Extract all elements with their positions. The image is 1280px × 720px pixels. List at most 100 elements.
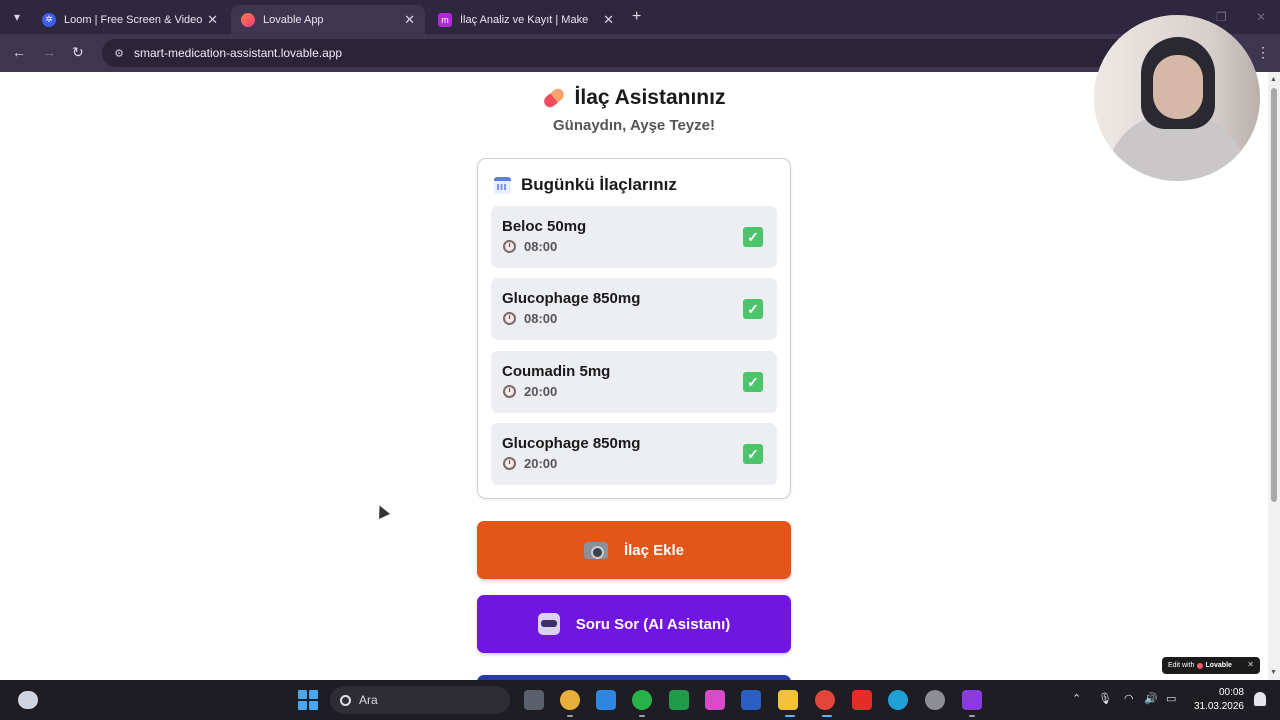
clock-date: 31.03.2026 [1193, 701, 1244, 712]
tab-title: İlaç Analiz ve Kayıt | Make [460, 13, 589, 26]
clock-time: 00:08 [1218, 687, 1244, 698]
medication-name: Coumadin 5mg [502, 363, 611, 380]
card-heading-text: Bugünkü İlaçlarınız [521, 175, 677, 194]
start-button-icon[interactable] [298, 690, 318, 710]
search-icon [340, 694, 351, 706]
browser-toolbar: ← → ↻ ⚙ smart-medication-assistant.lovab… [0, 34, 1280, 72]
close-tab-icon[interactable]: ✕ [207, 12, 218, 28]
taken-checkbox-icon[interactable]: ✓ [743, 372, 763, 392]
site-settings-icon[interactable]: ⚙ [112, 46, 126, 60]
webcam-person-face [1153, 55, 1203, 119]
edit-with-lovable-badge[interactable]: Edit with Lovable ✕ [1162, 657, 1260, 674]
card-heading: Bugünkü İlaçlarınız [494, 175, 677, 195]
app-page: İlaç Asistanınız Günaydın, Ayşe Teyze! B… [0, 72, 1268, 680]
scrollbar-thumb[interactable] [1271, 88, 1277, 502]
wifi-icon[interactable]: ◠ [1124, 692, 1134, 705]
word-icon[interactable] [741, 690, 761, 710]
clock-icon [503, 385, 516, 398]
green-app-icon[interactable] [669, 690, 689, 710]
medication-time: 20:00 [524, 384, 558, 399]
scroll-up-icon[interactable]: ▲ [1270, 76, 1277, 83]
medication-time-row: 08:00 [503, 239, 557, 254]
page-title-text: İlaç Asistanınız [574, 86, 726, 109]
weather-widget-icon[interactable] [18, 691, 38, 709]
ask-ai-button[interactable]: Soru Sor (AI Asistanı) [477, 595, 791, 653]
tab-lovable[interactable]: Lovable App ✕ [231, 5, 425, 34]
edge-icon[interactable] [888, 690, 908, 710]
taskbar-search[interactable]: Ara [330, 686, 510, 714]
medication-time-row: 20:00 [503, 456, 557, 471]
medication-name: Glucophage 850mg [502, 290, 641, 307]
slack-icon[interactable] [560, 690, 580, 710]
system-clock[interactable]: 00:08 31.03.2026 [1194, 686, 1244, 714]
medication-time: 08:00 [524, 239, 558, 254]
task-view-icon[interactable] [524, 690, 544, 710]
medication-item[interactable]: Glucophage 850mg 20:00 ✓ [491, 423, 777, 485]
reload-icon[interactable]: ↻ [72, 44, 84, 61]
medication-item[interactable]: Glucophage 850mg 08:00 ✓ [491, 278, 777, 340]
chrome-icon[interactable] [815, 690, 835, 710]
page-title: İlaç Asistanınız [0, 86, 1268, 110]
lovable-favicon-icon [241, 12, 255, 27]
medication-time: 20:00 [524, 456, 558, 471]
calendar-icon [494, 176, 511, 194]
taken-checkbox-icon[interactable]: ✓ [743, 444, 763, 464]
edit-badge-prefix: Edit with [1168, 662, 1195, 669]
webcam-preview[interactable] [1094, 15, 1260, 181]
robot-icon [537, 613, 560, 635]
close-tab-icon[interactable]: ✕ [404, 12, 415, 28]
add-medication-button[interactable]: İlaç Ekle [477, 521, 791, 579]
running-indicator [567, 715, 573, 717]
add-medication-label: İlaç Ekle [623, 541, 685, 559]
running-indicator [785, 715, 795, 717]
mouse-cursor-icon [374, 503, 390, 519]
taken-checkbox-icon[interactable]: ✓ [743, 299, 763, 319]
today-medications-card: Bugünkü İlaçlarınız Beloc 50mg 08:00 ✓ G… [477, 158, 791, 499]
windows-taskbar: Ara ⌃ 🎙 ◠ 🔊 ▭ 00:08 31.03.2026 [0, 680, 1280, 720]
youtube-icon[interactable] [852, 690, 872, 710]
new-tab-icon[interactable]: + [632, 8, 641, 26]
medication-name: Glucophage 850mg [502, 435, 641, 452]
show-hidden-icons-icon[interactable]: ⌃ [1072, 692, 1081, 705]
running-indicator [639, 715, 645, 717]
ask-ai-label: Soru Sor (AI Asistanı) [575, 615, 731, 633]
camera-icon [583, 541, 608, 559]
medication-item[interactable]: Coumadin 5mg 20:00 ✓ [491, 351, 777, 413]
scroll-down-icon[interactable]: ▼ [1270, 669, 1277, 676]
tab-loom[interactable]: ✲ Loom | Free Screen & Video Re ✕ [32, 5, 228, 34]
edit-badge-brand: Lovable [1205, 662, 1232, 669]
clock-icon [503, 457, 516, 470]
tab-title: Loom | Free Screen & Video Re [64, 13, 204, 26]
address-bar[interactable]: ⚙ smart-medication-assistant.lovable.app [102, 39, 1212, 67]
medication-item[interactable]: Beloc 50mg 08:00 ✓ [491, 206, 777, 268]
copilot-icon[interactable] [705, 690, 725, 710]
medication-time: 08:00 [524, 311, 558, 326]
close-badge-icon[interactable]: ✕ [1247, 660, 1254, 669]
volume-icon[interactable]: 🔊 [1144, 692, 1158, 705]
battery-icon[interactable]: ▭ [1166, 692, 1176, 705]
back-arrow-icon[interactable]: ← [12, 44, 26, 60]
taken-checkbox-icon[interactable]: ✓ [743, 227, 763, 247]
chatgpt-icon[interactable] [925, 690, 945, 710]
browser-tab-strip: ▾ ✲ Loom | Free Screen & Video Re ✕ Lova… [0, 0, 1280, 34]
url-text: smart-medication-assistant.lovable.app [134, 46, 343, 60]
clock-icon [503, 312, 516, 325]
greeting-text: Günaydın, Ayşe Teyze! [553, 117, 715, 134]
visual-studio-icon[interactable] [962, 690, 982, 710]
store-icon[interactable] [596, 690, 616, 710]
notification-bell-icon[interactable] [1254, 692, 1266, 706]
lovable-heart-icon [1197, 662, 1204, 669]
taskbar-search-placeholder: Ara [359, 693, 378, 707]
page-scrollbar[interactable]: ▲ ▼ [1268, 72, 1280, 680]
file-explorer-icon[interactable] [778, 690, 798, 710]
pill-icon [541, 86, 566, 110]
forward-arrow-icon[interactable]: → [42, 44, 56, 60]
tab-search-menu-button[interactable]: ▾ [6, 6, 28, 28]
whatsapp-icon[interactable] [632, 690, 652, 710]
microphone-icon[interactable]: 🎙 [1098, 692, 1112, 705]
medication-time-row: 20:00 [503, 384, 557, 399]
medication-name: Beloc 50mg [502, 218, 587, 235]
tab-make[interactable]: m İlaç Analiz ve Kayıt | Make ✕ [428, 5, 624, 34]
close-tab-icon[interactable]: ✕ [603, 12, 614, 28]
loom-favicon-icon: ✲ [42, 12, 56, 27]
